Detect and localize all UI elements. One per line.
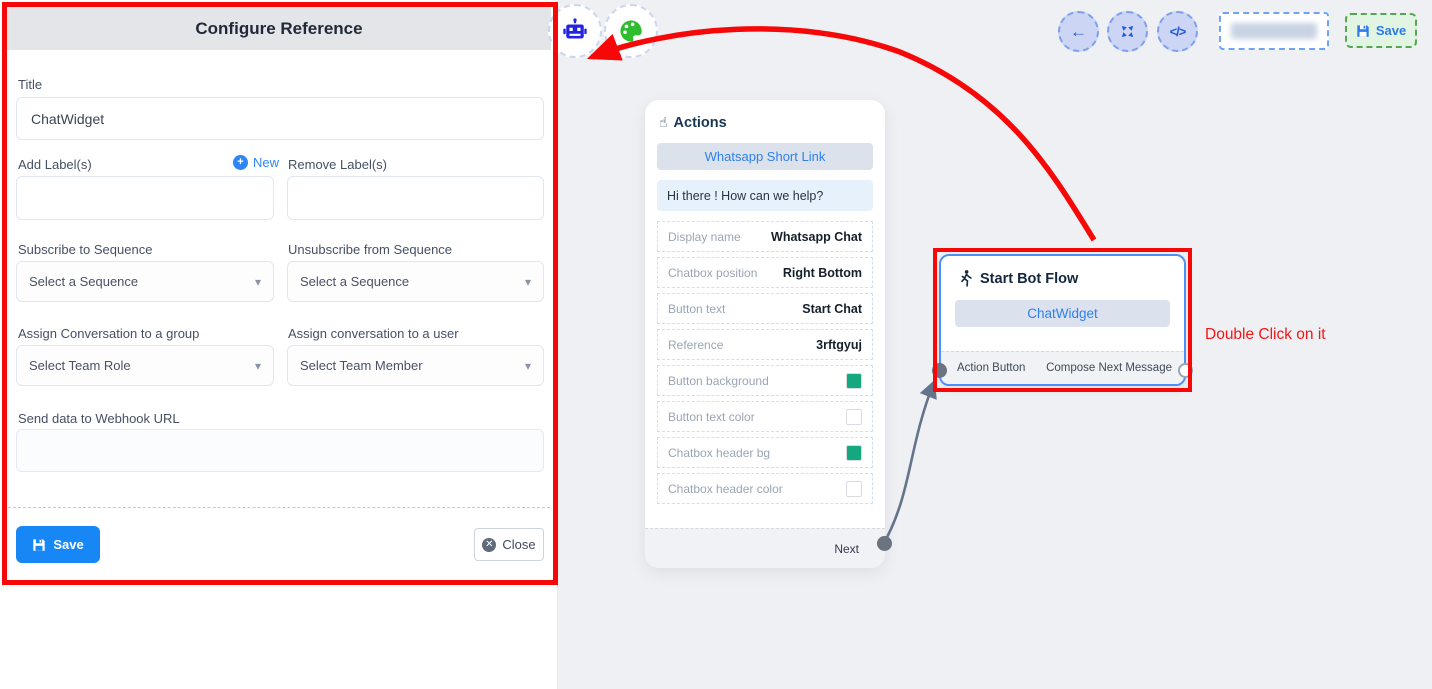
assign-user-label: Assign conversation to a user bbox=[288, 326, 459, 341]
property-row: Chatbox header color bbox=[657, 473, 873, 504]
next-output-handle[interactable] bbox=[877, 536, 892, 551]
subscribe-select-value: Select a Sequence bbox=[29, 274, 138, 289]
chevron-down-icon: ▾ bbox=[255, 359, 261, 373]
color-swatch bbox=[846, 373, 862, 389]
title-input-value: ChatWidget bbox=[31, 111, 104, 127]
chevron-down-icon: ▾ bbox=[525, 359, 531, 373]
add-labels-label: Add Label(s) bbox=[18, 157, 92, 172]
bot-builder-button[interactable] bbox=[548, 4, 602, 58]
panel-title: Configure Reference bbox=[7, 7, 551, 50]
next-label: Next bbox=[834, 542, 859, 556]
theme-button[interactable] bbox=[604, 4, 658, 58]
close-button[interactable]: ✕ Close bbox=[474, 528, 544, 561]
property-value: Right Bottom bbox=[783, 266, 862, 280]
webhook-label: Send data to Webhook URL bbox=[18, 411, 180, 426]
close-icon: ✕ bbox=[482, 538, 496, 552]
actions-card-title: Actions bbox=[674, 115, 727, 131]
assign-user-select[interactable]: Select Team Member ▾ bbox=[287, 345, 544, 386]
remove-labels-label: Remove Label(s) bbox=[288, 157, 387, 172]
chevron-down-icon: ▾ bbox=[255, 275, 261, 289]
node-title-text: Start Bot Flow bbox=[980, 271, 1078, 287]
save-button-label: Save bbox=[53, 537, 83, 552]
property-label: Button text bbox=[668, 302, 725, 316]
property-value: Whatsapp Chat bbox=[771, 230, 862, 244]
property-value: 3rftgyuj bbox=[816, 338, 862, 352]
node-reference-pill[interactable]: ChatWidget bbox=[955, 300, 1170, 327]
save-icon bbox=[1356, 24, 1370, 38]
property-row: Reference 3rftgyuj bbox=[657, 329, 873, 360]
webhook-input[interactable] bbox=[16, 429, 544, 472]
arrow-left-icon: ← bbox=[1070, 22, 1087, 42]
back-button[interactable]: ← bbox=[1058, 11, 1099, 52]
subscribe-label: Subscribe to Sequence bbox=[18, 242, 152, 257]
actions-card[interactable]: ☝ Actions Whatsapp Short Link Hi there !… bbox=[645, 100, 885, 568]
action-button-handle[interactable] bbox=[932, 363, 947, 378]
action-button-label: Action Button bbox=[957, 362, 1025, 374]
fit-view-button[interactable] bbox=[1107, 11, 1148, 52]
property-label: Button background bbox=[668, 374, 769, 388]
plus-circle-icon: + bbox=[233, 155, 248, 170]
save-icon bbox=[32, 538, 46, 552]
compose-next-message-handle[interactable] bbox=[1178, 363, 1193, 378]
unsubscribe-select-value: Select a Sequence bbox=[300, 274, 409, 289]
masked-text bbox=[1231, 23, 1317, 39]
toolbar-save-label: Save bbox=[1376, 23, 1406, 38]
double-click-annotation: Double Click on it bbox=[1205, 326, 1326, 344]
property-label: Chatbox position bbox=[668, 266, 757, 280]
remove-labels-input[interactable] bbox=[287, 176, 544, 220]
assign-group-label: Assign Conversation to a group bbox=[18, 326, 199, 341]
walking-person-icon bbox=[959, 270, 973, 287]
property-row: Display name Whatsapp Chat bbox=[657, 221, 873, 252]
code-icon: </> bbox=[1170, 24, 1186, 39]
actions-rows: Display name Whatsapp Chat Chatbox positio… bbox=[657, 221, 873, 504]
color-swatch bbox=[846, 481, 862, 497]
property-row: Chatbox header bg bbox=[657, 437, 873, 468]
flow-title-input[interactable] bbox=[1219, 12, 1329, 50]
save-button[interactable]: Save bbox=[16, 526, 100, 563]
property-label: Chatbox header color bbox=[668, 482, 783, 496]
greeting-message: Hi there ! How can we help? bbox=[657, 180, 873, 211]
property-label: Chatbox header bg bbox=[668, 446, 770, 460]
new-label-text: New bbox=[253, 155, 279, 170]
title-label: Title bbox=[18, 77, 42, 92]
start-bot-flow-node[interactable]: Start Bot Flow ChatWidget Action Button … bbox=[939, 254, 1186, 386]
assign-group-select-value: Select Team Role bbox=[29, 358, 131, 373]
embed-code-button[interactable]: </> bbox=[1157, 11, 1198, 52]
property-row: Button text color bbox=[657, 401, 873, 432]
flow-connector-line bbox=[884, 382, 934, 543]
toolbar-save-button[interactable]: Save bbox=[1345, 13, 1417, 48]
property-label: Display name bbox=[668, 230, 741, 244]
actions-card-footer: Next bbox=[645, 528, 885, 568]
property-value: Start Chat bbox=[802, 302, 862, 316]
compose-next-message-label: Compose Next Message bbox=[1046, 362, 1172, 374]
whatsapp-short-link-pill[interactable]: Whatsapp Short Link bbox=[657, 143, 873, 170]
assign-user-select-value: Select Team Member bbox=[300, 358, 423, 373]
title-input[interactable]: ChatWidget bbox=[16, 97, 544, 140]
chevron-down-icon: ▾ bbox=[525, 275, 531, 289]
property-row: Chatbox position Right Bottom bbox=[657, 257, 873, 288]
unsubscribe-label: Unsubscribe from Sequence bbox=[288, 242, 452, 257]
close-button-label: Close bbox=[502, 537, 535, 552]
hand-pointer-icon: ☝ bbox=[659, 114, 668, 131]
new-label-link[interactable]: + New bbox=[233, 155, 279, 170]
configure-reference-panel: Configure Reference Title ChatWidget Add… bbox=[0, 0, 558, 689]
add-labels-input[interactable] bbox=[16, 176, 274, 220]
property-label: Reference bbox=[668, 338, 723, 352]
assign-group-select[interactable]: Select Team Role ▾ bbox=[16, 345, 274, 386]
subscribe-select[interactable]: Select a Sequence ▾ bbox=[16, 261, 274, 302]
palette-icon bbox=[618, 18, 644, 44]
compress-icon bbox=[1120, 24, 1135, 39]
unsubscribe-select[interactable]: Select a Sequence ▾ bbox=[287, 261, 544, 302]
color-swatch bbox=[846, 445, 862, 461]
robot-icon bbox=[562, 18, 588, 44]
panel-divider bbox=[8, 507, 550, 508]
color-swatch bbox=[846, 409, 862, 425]
property-label: Button text color bbox=[668, 410, 755, 424]
node-footer: Action Button Compose Next Message bbox=[941, 351, 1184, 384]
property-row: Button text Start Chat bbox=[657, 293, 873, 324]
property-row: Button background bbox=[657, 365, 873, 396]
